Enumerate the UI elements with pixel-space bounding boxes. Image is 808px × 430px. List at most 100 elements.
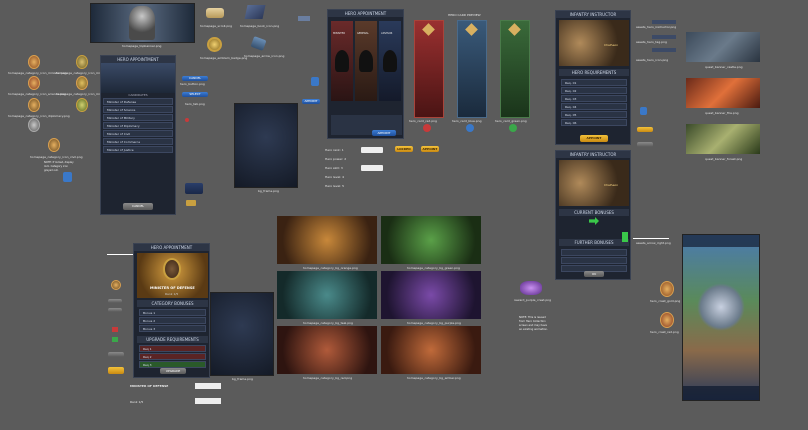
hero-tag-frame-2	[652, 35, 676, 39]
list-item[interactable]: Minister of Commerce	[103, 138, 173, 145]
crest-label-5: homepage_category_icon_diplomacy.png	[8, 114, 70, 118]
appoint-gold-button[interactable]: APPOINT	[421, 146, 439, 152]
card-icon-blue	[466, 124, 474, 132]
side-button-2[interactable]: SELECT	[182, 92, 208, 97]
infantry-title: INFANTRY INSTRUCTOR	[556, 11, 630, 18]
green-arrow-icon	[589, 217, 599, 225]
side-gold-button[interactable]	[637, 127, 653, 132]
scene-castle	[686, 32, 760, 62]
infantry2-ok-button[interactable]: OK	[584, 271, 604, 277]
list-item[interactable]: Minister of Justice	[103, 146, 173, 153]
left-arrow-line	[107, 254, 133, 255]
scene-fire	[686, 78, 760, 108]
right-crest-label-1: hero_crest_gold.png	[650, 299, 681, 303]
emblem-icon	[207, 37, 222, 52]
crest-icon-4	[76, 76, 88, 90]
category-bg-amber	[381, 326, 481, 374]
left-gold-button[interactable]	[108, 367, 124, 374]
footer-toggle-2	[195, 398, 221, 404]
table-row	[561, 257, 627, 264]
defense-heading: MINISTER OF DEFENSE	[150, 286, 195, 290]
category-bg-label-3: homepage_category_bg_teal.png	[303, 321, 353, 325]
side-appoint-button[interactable]: APPOINT	[302, 99, 320, 104]
right-crest-1	[660, 281, 674, 297]
left-grey-button-1[interactable]	[108, 299, 122, 303]
list-item[interactable]: Minister of Diplomacy	[103, 122, 173, 129]
hero-appointment-panel: HERO APPOINTMENT CANDIDATES Minister of …	[100, 55, 176, 215]
table-row: Req. 02	[561, 87, 627, 94]
purple-crest-icon	[520, 281, 542, 295]
lock-note: NOTE: If locked, display lock. Category …	[44, 161, 74, 172]
right-crest-label-2: hero_crest_red.png	[650, 330, 679, 334]
card-label-3: hero_card_green.png	[495, 119, 527, 123]
toggle-bar-2	[361, 165, 383, 171]
silhouette-3	[383, 50, 397, 72]
list-item[interactable]: Minister of Defense	[103, 98, 173, 105]
info-row-3: Hero skill: 3	[325, 166, 343, 170]
crest-icon-8	[48, 138, 60, 152]
silhouette-2	[359, 50, 373, 72]
defense-crest-icon	[163, 258, 181, 280]
card-gem-icon	[465, 23, 478, 36]
infantry2-section: CURRENT BONUSES	[559, 209, 629, 216]
lock-icon-3	[640, 107, 647, 115]
infantry-panel: INFANTRY INSTRUCTOR Chalheon HERO REQUIR…	[555, 10, 631, 145]
green-arrow-icon-2	[622, 232, 628, 242]
column-advisor: ADVISOR	[381, 32, 393, 35]
infantry2-title: INFANTRY INSTRUCTOR	[556, 151, 630, 158]
crest-icon-3	[28, 76, 40, 90]
upgrade-button[interactable]: UPGRADE	[160, 368, 186, 374]
info-row-4: Hero level: 4	[325, 175, 345, 179]
defense-panel: HERO APPOINTMENT MINISTER OF DEFENSE Ran…	[133, 243, 210, 378]
side-button-1[interactable]: CANCEL	[182, 76, 208, 81]
card-gem-icon	[422, 23, 435, 36]
left-red-dot	[112, 327, 118, 332]
top-asset-label-3: homepage_emblem_badge.png	[200, 56, 248, 60]
silhouette-1	[335, 50, 349, 72]
arrow-icon	[250, 36, 267, 51]
right-crest-2	[660, 312, 674, 328]
locked-button[interactable]: LOCKED	[395, 146, 413, 152]
defense-title: HERO APPOINTMENT	[134, 244, 209, 251]
list-item[interactable]: Minister of Military	[103, 114, 173, 121]
defense-footer: MINISTER OF DEFENSE	[130, 384, 169, 388]
column-general: GENERAL	[357, 32, 369, 35]
infantry-note-2: assets_hero_tag.png	[636, 40, 667, 44]
infantry-appoint-button[interactable]: APPOINT	[580, 135, 608, 142]
table-row: Req 3	[139, 361, 206, 368]
category-bg-orange	[277, 216, 377, 264]
bg-frame-image-2	[210, 292, 274, 376]
table-row: Req. 01	[561, 79, 627, 86]
side-label-2: hero_tab.png	[185, 102, 205, 106]
hero-tag-frame-3	[652, 48, 676, 52]
list-item[interactable]: Minister of Science	[103, 106, 173, 113]
infantry2-note: assets_arrow_right.png	[636, 241, 671, 245]
table-row: Req. 04	[561, 103, 627, 110]
top-asset-label-4: homepage_arrow_icon.png	[244, 54, 285, 58]
side-grey-button[interactable]	[637, 142, 653, 147]
table-row: Req. 05	[561, 111, 627, 118]
cancel-button[interactable]: CANCEL	[123, 203, 153, 210]
crest-icon-5	[28, 98, 40, 112]
card-gem-icon	[508, 23, 521, 36]
panel-label: hero_button.png	[180, 82, 205, 86]
crest-icon-1	[28, 55, 40, 69]
lock-icon	[63, 172, 72, 182]
gold-coin-icon	[186, 200, 196, 206]
appoint-button[interactable]: APPOINT	[372, 130, 396, 136]
banner-hero-figure	[129, 6, 155, 40]
footer-toggle-1	[195, 383, 221, 389]
scroll-icon	[206, 8, 224, 18]
table-row	[561, 249, 627, 256]
infantry-panel-2: INFANTRY INSTRUCTOR Chalheon CURRENT BON…	[555, 150, 631, 280]
left-grey-button-2[interactable]	[108, 308, 122, 312]
card-label-2: hero_card_blue.png	[452, 119, 482, 123]
purple-note: NOTE: This is reused from Hero Collectio…	[519, 316, 548, 331]
list-item[interactable]: Minister of Civil	[103, 130, 173, 137]
left-grey-button-3[interactable]	[108, 352, 124, 357]
game-bottombar	[683, 386, 759, 400]
defense-footer-sub: Rank 1/5	[130, 400, 144, 404]
red-dot-icon	[185, 118, 189, 122]
top-banner-label: homepage_topbanner.png	[122, 44, 162, 48]
scene-label-3: quest_banner_forest.png	[705, 157, 743, 161]
